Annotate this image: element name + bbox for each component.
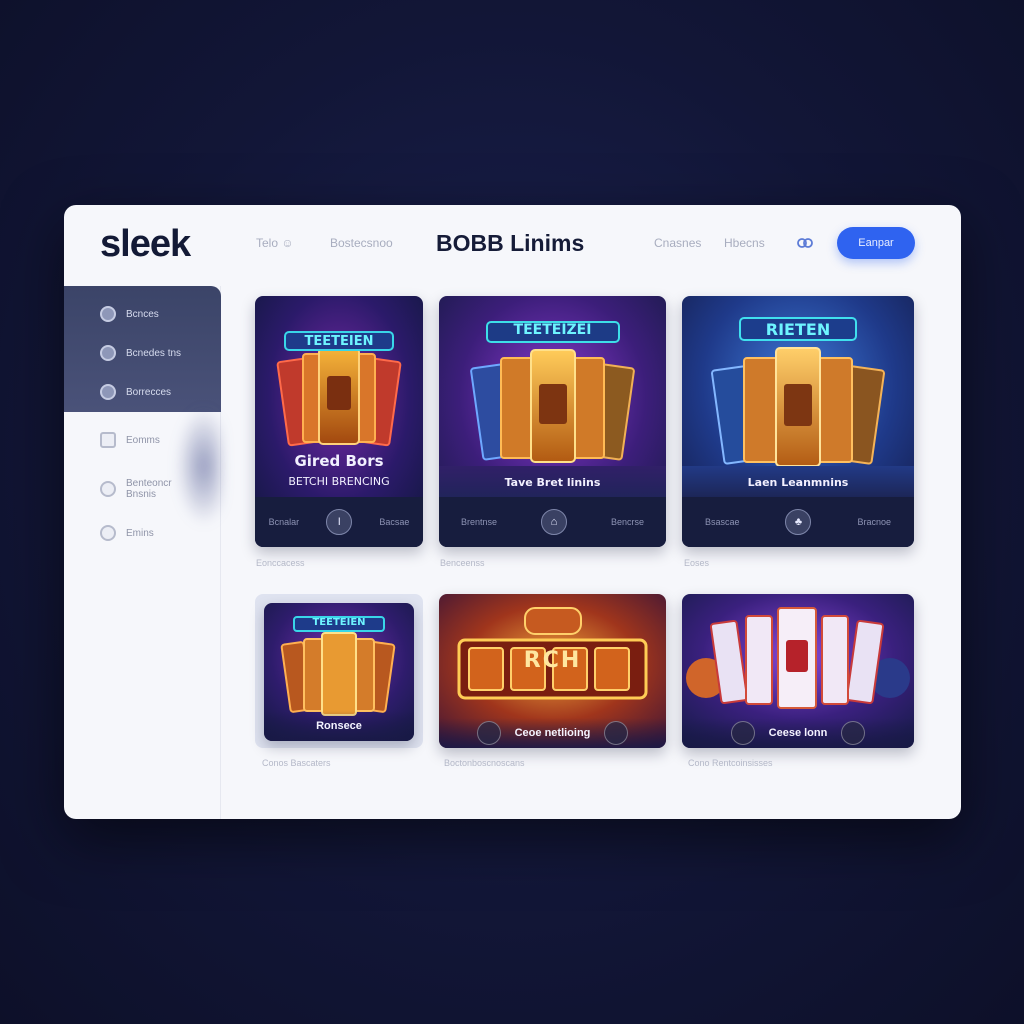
- game-card-2[interactable]: TEETEIZEI Tave Bret linins Brentnse ⌂ Be…: [439, 296, 666, 547]
- card-banner: RIETEN: [765, 320, 831, 339]
- card-banner: TEETEIZEI: [513, 322, 592, 338]
- sidebar-item-label: Bcnedes tns: [126, 347, 182, 359]
- card-subtitle: BETCHI BRENCING: [288, 475, 390, 488]
- card-footer: Bcnalar I Bacsae: [255, 497, 423, 547]
- game-card-6[interactable]: Ceese lonn: [682, 594, 914, 748]
- card-footer-right: Bracnoe: [857, 517, 891, 527]
- card-footer-left: Brentnse: [460, 517, 498, 527]
- card-footer-left: Bsascae: [704, 517, 740, 527]
- game-card-5[interactable]: RCH Ceoe netlioing: [439, 594, 666, 748]
- card-caption: Benceenss: [440, 558, 485, 568]
- game-card-4[interactable]: TEETEIEN Ronsece: [264, 603, 414, 741]
- link-icon[interactable]: [796, 234, 814, 252]
- card-footer-right: Bencrse: [610, 517, 644, 527]
- card-banner: TEETEIEN: [312, 617, 366, 628]
- home-icon: [100, 306, 116, 322]
- card-banner: TEETEIEN: [304, 334, 374, 349]
- lock-icon: [100, 481, 116, 497]
- app-window: sleek Telo ☺ Bostecsnoo BOBB Linims Cnas…: [64, 205, 961, 819]
- chat-icon: [100, 384, 116, 400]
- card-caption: Conos Bascaters: [262, 758, 331, 768]
- shield-icon: [100, 345, 116, 361]
- sidebar-item-1[interactable]: Bcnces: [100, 303, 196, 325]
- sidebar-item-label: Emins: [126, 527, 154, 539]
- sidebar-item-label: Bcnces: [126, 308, 159, 320]
- card-footer-right: Bacsae: [379, 517, 410, 527]
- card-caption: Cono Rentcoinsisses: [688, 758, 773, 768]
- sidebar-item-3[interactable]: Borrecces: [100, 381, 196, 403]
- card-subtitle: Laen Leanmnins: [747, 476, 849, 489]
- card-footer: Bsascae ♣ Bracnoe: [682, 497, 914, 547]
- card-action-icon-right[interactable]: [841, 721, 866, 745]
- sidebar-shadow: [176, 406, 222, 526]
- card-action-icon-left[interactable]: [476, 721, 501, 745]
- play-button[interactable]: I: [326, 509, 353, 535]
- card-label: Ronsece: [316, 720, 362, 732]
- nav-link-3[interactable]: Cnasnes: [654, 236, 701, 250]
- card-caption: Eonccacess: [256, 558, 305, 568]
- card-label-bar: Ronsece: [264, 711, 414, 741]
- brand-logo[interactable]: sleek: [100, 223, 191, 266]
- settings-icon: [100, 525, 116, 541]
- card-action-icon-right[interactable]: [604, 721, 629, 745]
- card-label-bar: Ceoe netlioing: [439, 718, 666, 748]
- nav-link-2[interactable]: Bostecsnoo: [330, 236, 393, 250]
- club-button[interactable]: ♣: [785, 509, 812, 535]
- hexagon-icon: [100, 432, 116, 448]
- card-footer-left: Bcnalar: [268, 517, 300, 527]
- header-cta-button[interactable]: Eanpar: [837, 227, 915, 259]
- game-card-1[interactable]: TEETEIEN Gired Bors BETCHI BRENCING Bcna…: [255, 296, 423, 547]
- card-banner: RCH: [523, 648, 582, 673]
- card-subtitle: Tave Bret linins: [504, 476, 601, 489]
- card-caption: Boctonboscnoscans: [444, 758, 525, 768]
- nav-link-4[interactable]: Hbecns: [724, 236, 765, 250]
- card-label: Ceese lonn: [768, 727, 828, 739]
- game-card-3[interactable]: RIETEN Laen Leanmnins Bsascae ♣ Bracnoe: [682, 296, 914, 547]
- sidebar: Bcnces Bcnedes tns Borrecces Eomms Bente…: [64, 286, 222, 819]
- card-label: Ceoe netlioing: [514, 727, 591, 739]
- card-title: Gired Bors: [294, 452, 384, 470]
- sidebar-item-2[interactable]: Bcnedes tns: [100, 342, 196, 364]
- home-button[interactable]: ⌂: [540, 509, 567, 535]
- page-title: BOBB Linims: [436, 230, 585, 256]
- card-label-bar: Ceese lonn: [682, 718, 914, 748]
- top-header: sleek Telo ☺ Bostecsnoo BOBB Linims Cnas…: [64, 205, 961, 283]
- card-footer: Brentnse ⌂ Bencrse: [439, 497, 666, 547]
- card-caption: Eoses: [684, 558, 710, 568]
- sidebar-item-label: Borrecces: [126, 386, 172, 398]
- card-action-icon-left[interactable]: [730, 721, 755, 745]
- nav-link-1[interactable]: Telo ☺: [256, 236, 294, 250]
